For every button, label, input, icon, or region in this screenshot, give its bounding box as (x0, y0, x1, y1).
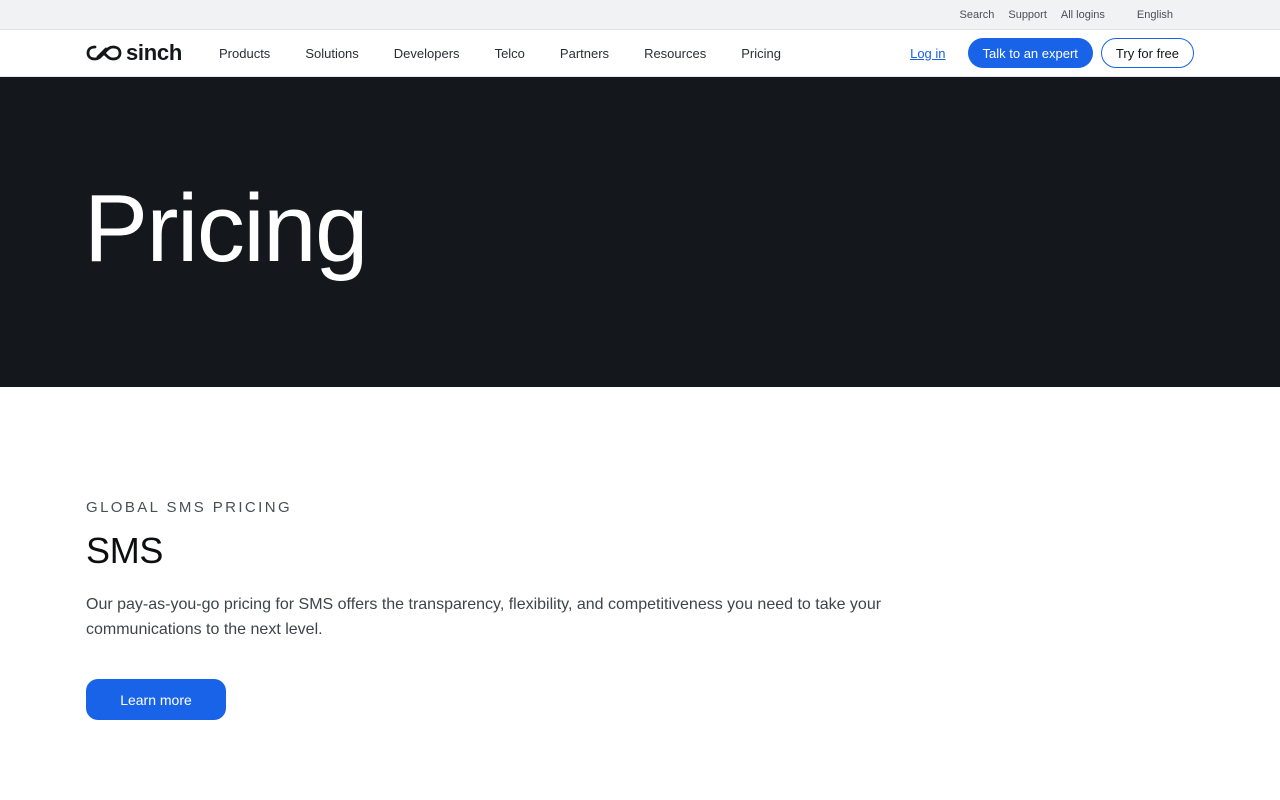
try-for-free-button[interactable]: Try for free (1100, 38, 1194, 68)
section-description: Our pay-as-you-go pricing for SMS offers… (86, 596, 882, 638)
all-logins-link[interactable]: All logins (1061, 9, 1105, 21)
logo-wordmark: sinch (126, 40, 182, 65)
nav-item-partners[interactable]: Partners (560, 46, 609, 61)
section-heading: SMS (86, 530, 164, 571)
section-eyebrow: GLOBAL SMS PRICING (86, 499, 293, 516)
hero-banner: Pricing (0, 77, 1280, 387)
sinch-logo[interactable]: sinch (86, 41, 197, 65)
nav-item-resources[interactable]: Resources (644, 46, 706, 61)
nav-item-telco[interactable]: Telco (495, 46, 525, 61)
nav-item-developers[interactable]: Developers (394, 46, 460, 61)
nav-item-pricing[interactable]: Pricing (741, 46, 781, 61)
main-navigation: sinch Products Solutions Developers Telc… (0, 30, 1280, 77)
sms-pricing-section: GLOBAL SMS PRICING SMS Our pay-as-you-go… (0, 387, 1280, 800)
nav-actions: Log in Talk to an expert Try for free (910, 38, 1194, 68)
search-link[interactable]: Search (960, 9, 995, 21)
language-selector[interactable]: English (1137, 9, 1173, 21)
talk-to-expert-button[interactable]: Talk to an expert (967, 38, 1093, 68)
learn-more-button[interactable]: Learn more (86, 679, 226, 720)
login-link[interactable]: Log in (910, 46, 945, 61)
sinch-infinity-icon (86, 45, 122, 61)
nav-item-products[interactable]: Products (219, 46, 270, 61)
nav-menu: Products Solutions Developers Telco Part… (219, 46, 816, 61)
support-link[interactable]: Support (1008, 9, 1047, 21)
page-title: Pricing (84, 175, 368, 282)
utility-bar: Search Support All logins English (0, 0, 1280, 30)
nav-item-solutions[interactable]: Solutions (305, 46, 358, 61)
